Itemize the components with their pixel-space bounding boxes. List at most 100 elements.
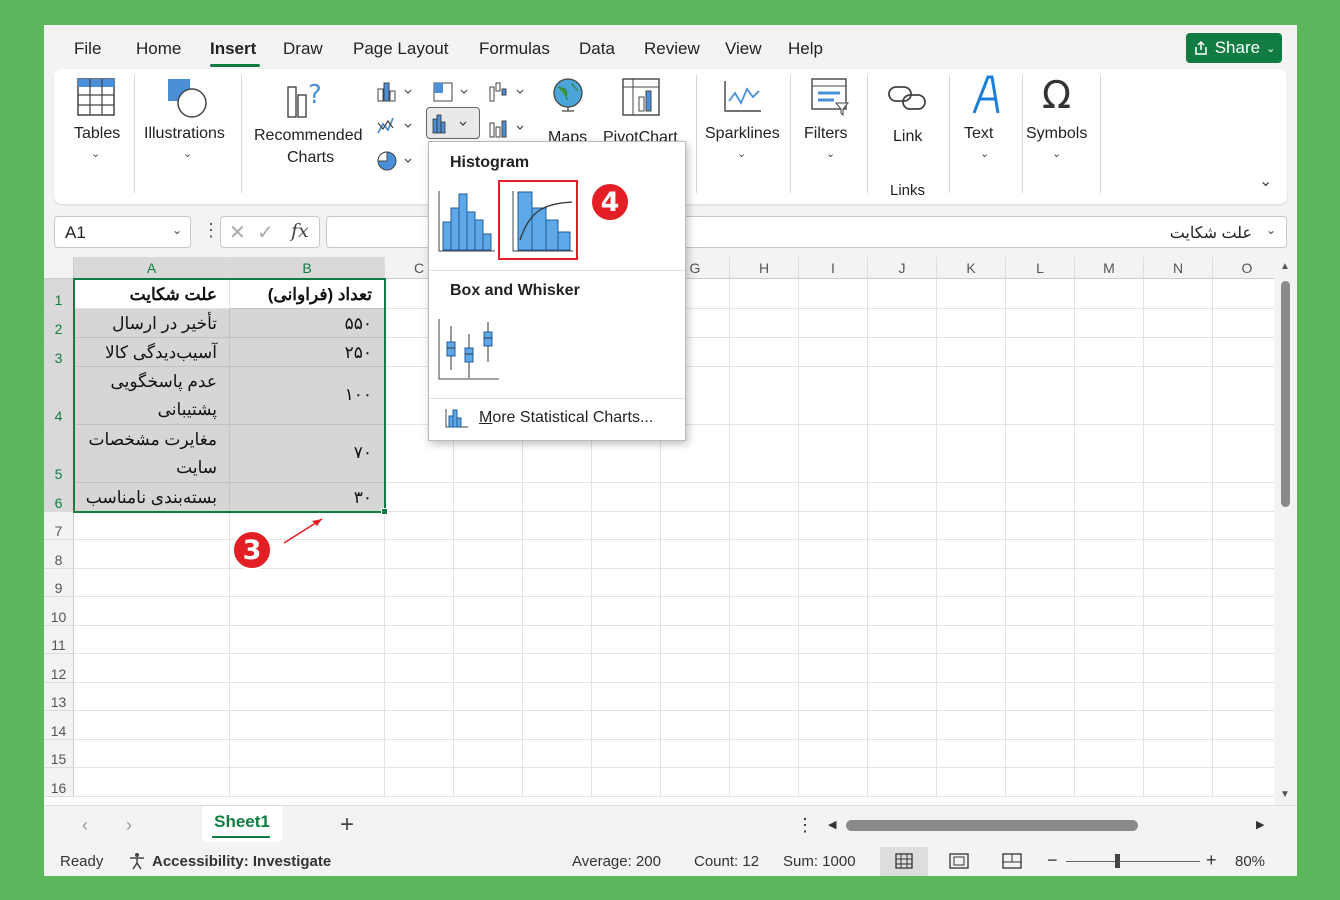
cell-k7[interactable] xyxy=(937,512,1006,540)
cell-j14[interactable] xyxy=(868,711,937,740)
cell-c6[interactable] xyxy=(385,483,454,512)
cell-e12[interactable] xyxy=(523,654,592,683)
cell-o6[interactable] xyxy=(1213,483,1274,512)
cell-f11[interactable] xyxy=(592,626,661,654)
cell-o10[interactable] xyxy=(1213,597,1274,626)
cell-i5[interactable] xyxy=(799,425,868,483)
cell-o7[interactable] xyxy=(1213,512,1274,540)
more-options-icon[interactable]: ⋮ xyxy=(202,220,220,241)
cell-i2[interactable] xyxy=(799,309,868,338)
row-header-14[interactable]: 14 xyxy=(44,711,74,740)
cell-o13[interactable] xyxy=(1213,683,1274,711)
cell-n10[interactable] xyxy=(1144,597,1213,626)
cell-l3[interactable] xyxy=(1006,338,1075,367)
cell-o2[interactable] xyxy=(1213,309,1274,338)
cell-b13[interactable] xyxy=(230,683,385,711)
cell-m8[interactable] xyxy=(1075,540,1144,569)
row-header-5[interactable]: 5 xyxy=(44,425,74,483)
share-button[interactable]: Share ⌄ xyxy=(1186,33,1282,63)
cell-i10[interactable] xyxy=(799,597,868,626)
cell-j11[interactable] xyxy=(868,626,937,654)
cell-l5[interactable] xyxy=(1006,425,1075,483)
row-header-3[interactable]: 3 xyxy=(44,338,74,367)
fill-handle[interactable] xyxy=(381,508,388,515)
tab-home[interactable]: Home xyxy=(136,39,181,59)
tab-file[interactable]: File xyxy=(74,39,101,59)
add-sheet-button[interactable]: + xyxy=(340,811,354,839)
tab-help[interactable]: Help xyxy=(788,39,823,59)
cell-d16[interactable] xyxy=(454,768,523,797)
cell-m4[interactable] xyxy=(1075,367,1144,425)
cell-i14[interactable] xyxy=(799,711,868,740)
scroll-right-icon[interactable]: ▶ xyxy=(1256,818,1264,831)
row-header-6[interactable]: 6 xyxy=(44,483,74,512)
cell-f9[interactable] xyxy=(592,569,661,597)
cell-d9[interactable] xyxy=(454,569,523,597)
prev-sheet-icon[interactable]: ‹ xyxy=(82,815,88,836)
cell-n7[interactable] xyxy=(1144,512,1213,540)
accessibility-status[interactable]: Accessibility: Investigate xyxy=(152,853,331,870)
cell-h6[interactable] xyxy=(730,483,799,512)
cell-i13[interactable] xyxy=(799,683,868,711)
row-header-16[interactable]: 16 xyxy=(44,768,74,797)
waterfall-chart-icon[interactable] xyxy=(488,81,528,103)
cell-c13[interactable] xyxy=(385,683,454,711)
pareto-chart-option[interactable] xyxy=(498,180,578,260)
column-header-j[interactable]: J xyxy=(868,257,937,279)
row-header-12[interactable]: 12 xyxy=(44,654,74,683)
cell-c11[interactable] xyxy=(385,626,454,654)
name-box[interactable]: A1 ⌄ xyxy=(54,216,191,248)
cell-a11[interactable] xyxy=(74,626,230,654)
zoom-slider-thumb[interactable] xyxy=(1115,854,1120,868)
cell-g15[interactable] xyxy=(661,740,730,768)
cell-m11[interactable] xyxy=(1075,626,1144,654)
cell-n11[interactable] xyxy=(1144,626,1213,654)
cell-e8[interactable] xyxy=(523,540,592,569)
cell-g8[interactable] xyxy=(661,540,730,569)
cell-n16[interactable] xyxy=(1144,768,1213,797)
cell-a16[interactable] xyxy=(74,768,230,797)
cell-e11[interactable] xyxy=(523,626,592,654)
scroll-left-icon[interactable]: ◀ xyxy=(828,818,836,831)
cell-j4[interactable] xyxy=(868,367,937,425)
cell-a10[interactable] xyxy=(74,597,230,626)
cell-i16[interactable] xyxy=(799,768,868,797)
cell-j9[interactable] xyxy=(868,569,937,597)
cell-k12[interactable] xyxy=(937,654,1006,683)
cell-l7[interactable] xyxy=(1006,512,1075,540)
zoom-slider-track[interactable] xyxy=(1066,861,1200,862)
cell-i4[interactable] xyxy=(799,367,868,425)
cell-n3[interactable] xyxy=(1144,338,1213,367)
cell-d14[interactable] xyxy=(454,711,523,740)
cell-m10[interactable] xyxy=(1075,597,1144,626)
cell-m7[interactable] xyxy=(1075,512,1144,540)
cell-b16[interactable] xyxy=(230,768,385,797)
cell-e14[interactable] xyxy=(523,711,592,740)
tab-review[interactable]: Review xyxy=(644,39,700,59)
cell-a13[interactable] xyxy=(74,683,230,711)
row-header-13[interactable]: 13 xyxy=(44,683,74,711)
column-header-o[interactable]: O xyxy=(1213,257,1274,279)
scroll-up-icon[interactable]: ▲ xyxy=(1280,261,1290,272)
cell-g16[interactable] xyxy=(661,768,730,797)
cell-m16[interactable] xyxy=(1075,768,1144,797)
row-header-2[interactable]: 2 xyxy=(44,309,74,338)
cell-k8[interactable] xyxy=(937,540,1006,569)
cell-m2[interactable] xyxy=(1075,309,1144,338)
cell-k10[interactable] xyxy=(937,597,1006,626)
cell-k5[interactable] xyxy=(937,425,1006,483)
cell-m14[interactable] xyxy=(1075,711,1144,740)
sparklines-button[interactable]: Sparklines ⌄ xyxy=(699,69,789,204)
cell-i6[interactable] xyxy=(799,483,868,512)
column-header-m[interactable]: M xyxy=(1075,257,1144,279)
cell-l14[interactable] xyxy=(1006,711,1075,740)
cell-h16[interactable] xyxy=(730,768,799,797)
sheet-tab-sheet1[interactable]: Sheet1 xyxy=(202,806,282,842)
cell-a14[interactable] xyxy=(74,711,230,740)
cell-e9[interactable] xyxy=(523,569,592,597)
cell-a8[interactable] xyxy=(74,540,230,569)
cell-d8[interactable] xyxy=(454,540,523,569)
row-header-15[interactable]: 15 xyxy=(44,740,74,768)
row-header-1[interactable]: 1 xyxy=(44,279,74,309)
tab-view[interactable]: View xyxy=(725,39,762,59)
